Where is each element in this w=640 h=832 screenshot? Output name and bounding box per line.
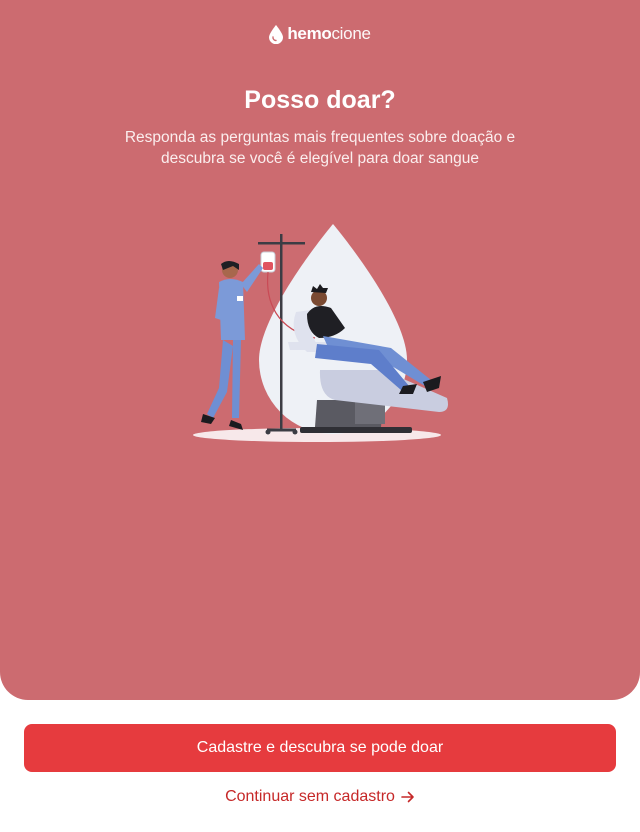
register-and-check-button[interactable]: Cadastre e descubra se pode doar: [24, 724, 616, 772]
page-subtitle: Responda as perguntas mais frequentes so…: [124, 129, 516, 167]
brand-logo: hemocione: [0, 24, 640, 44]
brand-wordmark-light: cione: [331, 24, 371, 43]
page-title: Posso doar?: [244, 86, 396, 114]
nurse-and-blood-donor-illustration: [193, 224, 448, 442]
arrow-right-icon: [401, 791, 414, 803]
brand-wordmark-bold: hemo: [287, 24, 332, 43]
continue-without-register-link[interactable]: Continuar sem cadastro: [0, 788, 640, 806]
continue-without-register-label: Continuar sem cadastro: [225, 788, 395, 805]
hero-panel: hemocione Posso doar? Responda as pergun…: [0, 0, 640, 700]
register-and-check-label: Cadastre e descubra se pode doar: [196, 739, 444, 756]
brand-wordmark: hemocione: [287, 24, 371, 44]
blood-drop-icon: [269, 24, 284, 44]
